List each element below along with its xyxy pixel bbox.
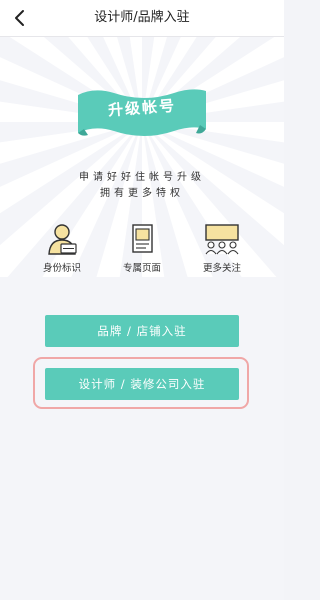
feature-identity: 身份标识: [30, 222, 94, 274]
designer-register-button[interactable]: 设计师 / 装修公司入驻: [45, 368, 239, 400]
nav-bar: 设计师/品牌入驻: [0, 0, 284, 37]
feature-page-label: 专属页面: [122, 263, 161, 274]
feature-audience-label: 更多关注: [202, 263, 241, 274]
page-title: 设计师/品牌入驻: [94, 10, 190, 25]
audience-icon: [205, 224, 239, 255]
feature-identity-label: 身份标识: [42, 263, 81, 274]
brand-register-button[interactable]: 品牌 / 店铺入驻: [45, 315, 239, 347]
banner-subtitle-line1: 申请好好住帐号升级: [79, 172, 205, 183]
id-badge-icon: [48, 224, 77, 255]
banner-subtitle-line2: 拥有更多特权: [100, 188, 184, 199]
feature-list: 身份标识 专属页面 更多关注: [30, 222, 254, 282]
page-icon: [132, 224, 153, 253]
feature-audience: 更多关注: [190, 222, 254, 274]
feature-page: 专属页面: [110, 222, 174, 274]
screen: 设计师/品牌入驻 升级帐号 申请好好住帐号升级 拥有更多特权 身份标识 专属页面…: [0, 0, 284, 600]
